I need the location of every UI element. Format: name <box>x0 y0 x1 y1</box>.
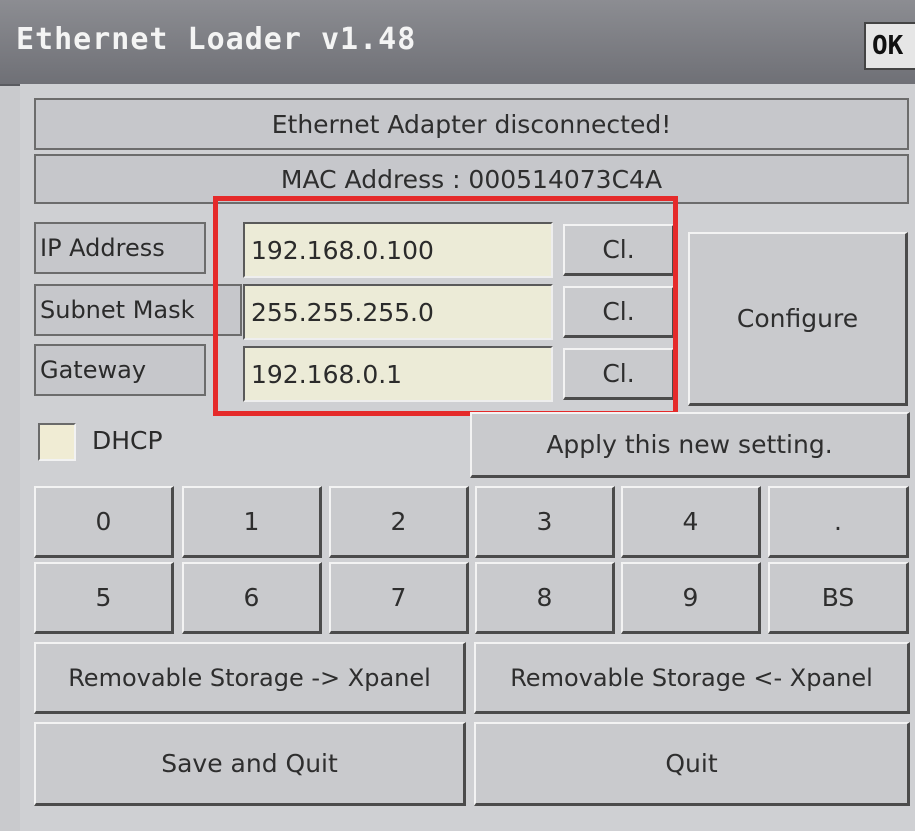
key-3[interactable]: 3 <box>475 486 615 558</box>
ip-address-label: IP Address <box>34 222 206 274</box>
key-5[interactable]: 5 <box>34 562 174 634</box>
title-bar: Ethernet Loader v1.48 OK <box>0 0 915 86</box>
dhcp-checkbox[interactable] <box>38 423 76 461</box>
save-and-quit-button[interactable]: Save and Quit <box>34 722 466 806</box>
ok-button[interactable]: OK <box>864 22 915 70</box>
clear-subnet-button[interactable]: Cl. <box>563 286 675 338</box>
dhcp-label: DHCP <box>92 426 163 455</box>
clear-gateway-button[interactable]: Cl. <box>563 348 675 400</box>
ip-address-field[interactable]: 192.168.0.100 <box>243 222 553 278</box>
subnet-mask-label: Subnet Mask <box>34 284 242 336</box>
apply-setting-button[interactable]: Apply this new setting. <box>470 412 910 478</box>
configure-button[interactable]: Configure <box>688 232 908 406</box>
key-7[interactable]: 7 <box>329 562 469 634</box>
gateway-label: Gateway <box>34 344 206 396</box>
key-9[interactable]: 9 <box>621 562 761 634</box>
storage-to-xpanel-button[interactable]: Removable Storage -> Xpanel <box>34 642 466 714</box>
quit-button[interactable]: Quit <box>474 722 910 806</box>
key-1[interactable]: 1 <box>182 486 322 558</box>
subnet-mask-field[interactable]: 255.255.255.0 <box>243 284 553 340</box>
mac-address: MAC Address : 000514073C4A <box>34 154 909 204</box>
xpanel-to-storage-button[interactable]: Removable Storage <- Xpanel <box>474 642 910 714</box>
key-6[interactable]: 6 <box>182 562 322 634</box>
key-dot[interactable]: . <box>768 486 909 558</box>
clear-ip-button[interactable]: Cl. <box>563 224 675 276</box>
gateway-field[interactable]: 192.168.0.1 <box>243 346 553 402</box>
key-8[interactable]: 8 <box>475 562 615 634</box>
key-2[interactable]: 2 <box>329 486 469 558</box>
connection-status: Ethernet Adapter disconnected! <box>34 98 909 150</box>
key-backspace[interactable]: BS <box>768 562 909 634</box>
key-0[interactable]: 0 <box>34 486 174 558</box>
key-4[interactable]: 4 <box>621 486 761 558</box>
window-title: Ethernet Loader v1.48 <box>16 22 417 57</box>
